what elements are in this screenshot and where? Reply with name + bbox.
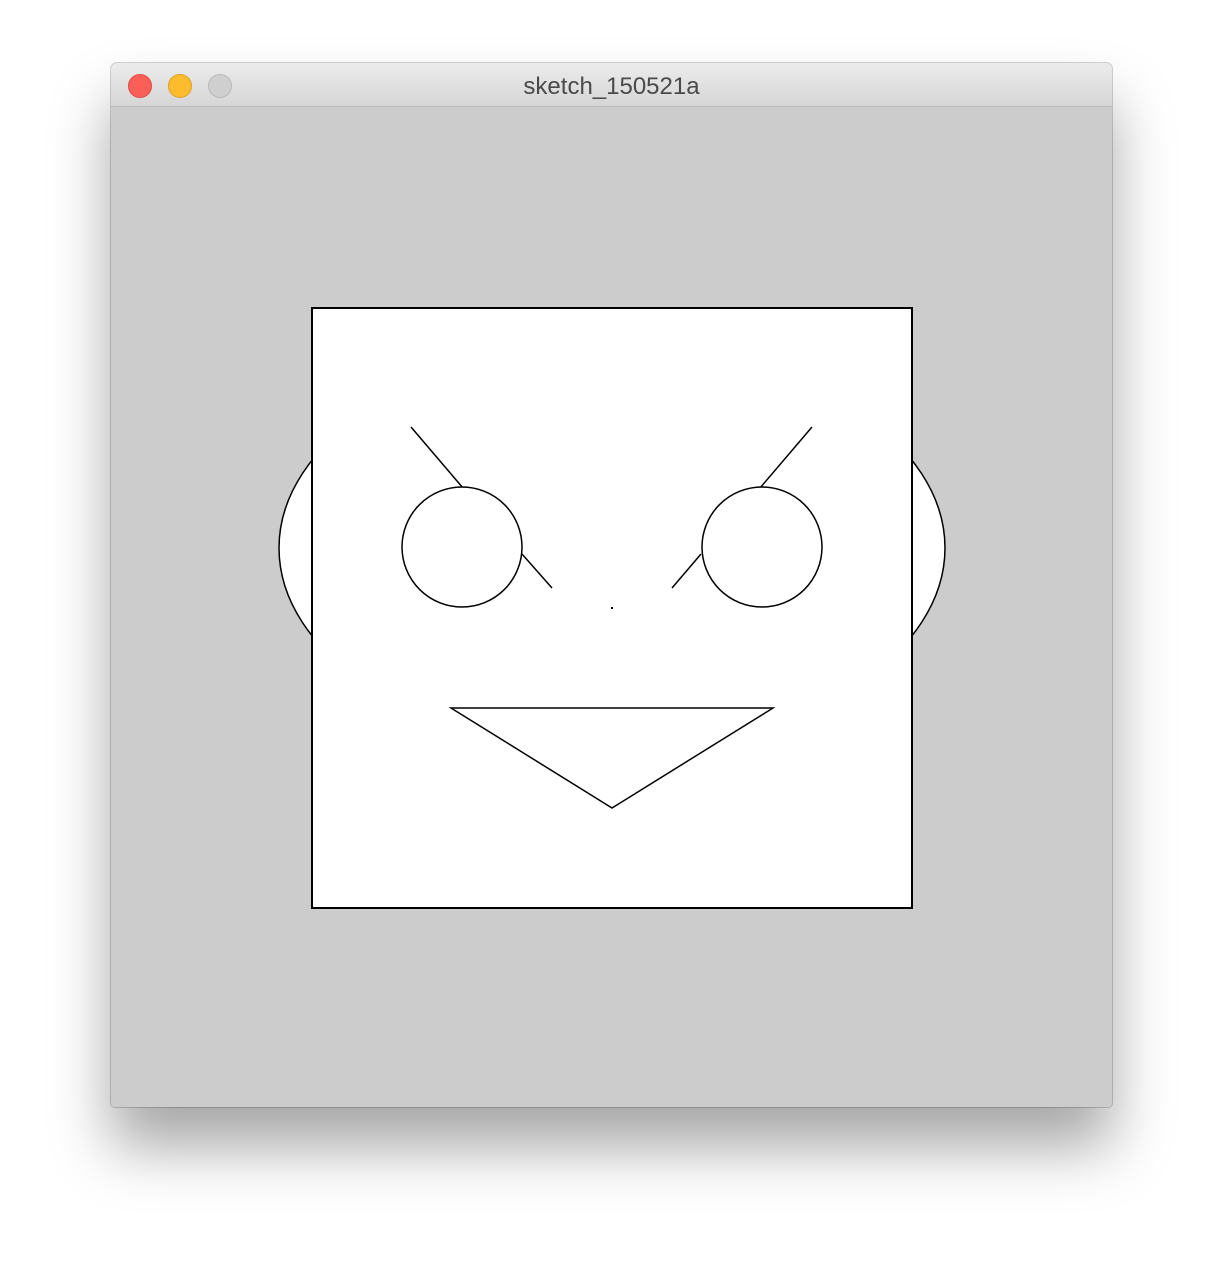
title-bar[interactable]: sketch_150521a [111,63,1112,107]
window-title: sketch_150521a [523,73,700,100]
right-eye [701,486,823,608]
left-eye [401,486,523,608]
sketch-canvas[interactable] [111,107,1112,1107]
app-window: sketch_150521a [111,63,1112,1107]
sketch-drawing [278,307,946,909]
nose-point [611,607,613,609]
